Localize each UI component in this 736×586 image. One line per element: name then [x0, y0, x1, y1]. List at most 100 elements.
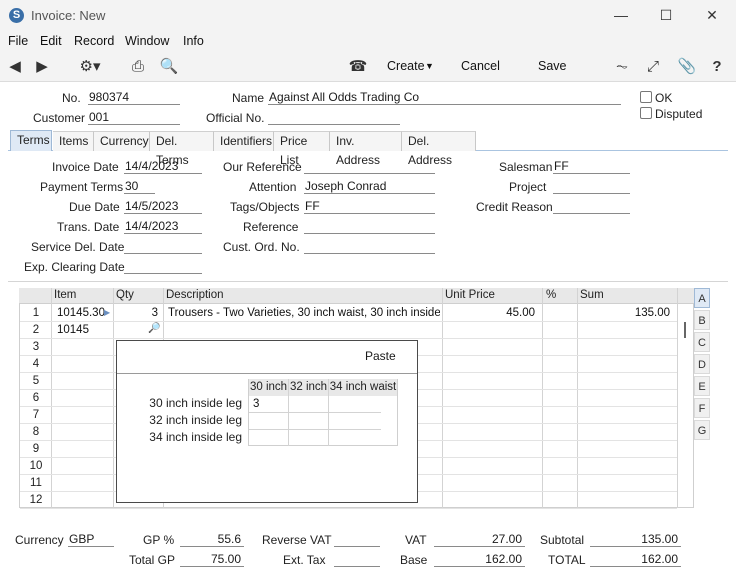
help-icon[interactable]: ?: [707, 57, 727, 77]
name-field[interactable]: Against All Odds Trading Co: [268, 90, 621, 105]
payment-terms-label: Payment Terms: [40, 180, 124, 194]
currency-label: Currency: [15, 533, 64, 547]
row-number: 2: [32, 324, 40, 336]
tab-identifiers[interactable]: Identifiers: [214, 131, 274, 151]
currency-field[interactable]: GBP: [68, 532, 114, 547]
side-button-f[interactable]: F: [694, 398, 710, 418]
activity-icon[interactable]: ⏦: [612, 57, 632, 77]
project-field[interactable]: [553, 179, 630, 194]
minimize-icon[interactable]: —: [606, 4, 636, 26]
cell-item[interactable]: 10145: [57, 324, 109, 336]
settings-gear-icon[interactable]: ⚙▾: [74, 57, 106, 77]
cell-unit-price[interactable]: 45.00: [445, 307, 535, 319]
disputed-checkbox[interactable]: [640, 107, 652, 119]
row-number: 6: [32, 392, 40, 404]
total-gp-field: 75.00: [180, 552, 244, 567]
row-divider: [20, 338, 677, 339]
row-number: 3: [32, 341, 40, 353]
col-header-percent[interactable]: %: [546, 289, 556, 301]
salesman-label: Salesman: [499, 160, 553, 174]
project-label: Project: [509, 180, 547, 194]
customer-label: Customer: [33, 111, 86, 125]
side-button-b[interactable]: B: [694, 310, 710, 330]
matrix-cell[interactable]: 3: [253, 398, 259, 410]
row-number: 10: [29, 460, 43, 472]
official-no-field[interactable]: [268, 110, 400, 125]
popup-divider: [117, 373, 417, 374]
previous-record-icon[interactable]: ◀: [8, 57, 22, 77]
cust-ord-no-label: Cust. Ord. No.: [223, 240, 300, 254]
chevron-down-icon[interactable]: ▼: [425, 61, 434, 71]
tab-terms[interactable]: Terms: [10, 130, 52, 151]
exp-clearing-date-field[interactable]: [124, 259, 202, 274]
credit-reason-label: Credit Reason: [476, 200, 553, 214]
col-header-unit-price[interactable]: Unit Price: [445, 289, 495, 301]
expand-icon[interactable]: ⤢: [643, 57, 663, 77]
exp-clearing-date-label: Exp. Clearing Date: [24, 260, 125, 274]
print-icon[interactable]: ⎙: [128, 57, 148, 77]
ok-label: OK: [655, 91, 673, 105]
vat-field: 27.00: [434, 532, 525, 547]
gp-percent-field: 55.6: [180, 532, 244, 547]
cancel-button[interactable]: Cancel: [461, 59, 500, 73]
cell-qty[interactable]: 3: [116, 307, 158, 319]
cust-ord-no-field[interactable]: [304, 239, 435, 254]
tab-items[interactable]: Items: [53, 131, 94, 151]
due-date-field[interactable]: 14/5/2023: [124, 199, 202, 214]
service-del-date-field[interactable]: [124, 239, 202, 254]
matrix-col-header: 30 inch: [249, 379, 288, 396]
maximize-icon[interactable]: ☐: [651, 4, 681, 26]
tab-price-list[interactable]: Price List: [274, 131, 330, 167]
tab-del-terms[interactable]: Del. Terms: [150, 131, 214, 167]
cell-sum[interactable]: 135.00: [580, 307, 670, 319]
side-button-g[interactable]: G: [694, 420, 710, 440]
no-field[interactable]: 980374: [88, 90, 180, 105]
close-icon[interactable]: ✕: [697, 4, 727, 26]
menu-info[interactable]: Info: [183, 34, 204, 48]
tags-objects-field[interactable]: FF: [304, 199, 435, 214]
our-reference-field[interactable]: [304, 159, 435, 174]
tab-del-address[interactable]: Del. Address: [402, 131, 476, 167]
col-header-description[interactable]: Description: [166, 289, 224, 301]
side-button-c[interactable]: C: [694, 332, 710, 352]
menu-record[interactable]: Record: [74, 34, 114, 48]
ok-checkbox[interactable]: [640, 91, 652, 103]
tab-inv-address[interactable]: Inv. Address: [330, 131, 402, 167]
row-divider: [20, 508, 677, 509]
cell-description[interactable]: Trousers - Two Varieties, 30 inch waist,…: [168, 307, 440, 319]
trans-date-field[interactable]: 14/4/2023: [124, 219, 202, 234]
attachment-icon[interactable]: 📎: [677, 57, 697, 77]
side-button-a[interactable]: A: [694, 288, 710, 308]
base-field: 162.00: [434, 552, 525, 567]
menu-file[interactable]: File: [8, 34, 28, 48]
total-label: TOTAL: [548, 553, 586, 567]
save-button[interactable]: Save: [538, 59, 567, 73]
cell-item[interactable]: 10145.30: [57, 307, 109, 319]
create-button[interactable]: Create: [387, 59, 425, 73]
grid-scrollbar[interactable]: [684, 322, 686, 338]
attention-field[interactable]: Joseph Conrad: [304, 179, 435, 194]
credit-reason-field[interactable]: [553, 199, 630, 214]
salesman-field[interactable]: FF: [553, 159, 630, 174]
grid-col-divider: [677, 288, 678, 508]
col-header-item[interactable]: Item: [54, 289, 76, 301]
row-divider: [20, 321, 677, 322]
payment-terms-field[interactable]: 30: [124, 179, 155, 194]
phone-icon[interactable]: ☎: [348, 57, 368, 77]
menu-window[interactable]: Window: [125, 34, 169, 48]
side-button-d[interactable]: D: [694, 354, 710, 374]
paste-special-icon[interactable]: 🔎: [148, 323, 160, 334]
invoice-date-field[interactable]: 14/4/2023: [124, 159, 202, 174]
col-header-sum[interactable]: Sum: [580, 289, 604, 301]
section-divider: [8, 281, 728, 282]
tab-currency[interactable]: Currency: [94, 131, 150, 151]
customer-field[interactable]: 001: [88, 110, 180, 125]
reference-field[interactable]: [304, 219, 435, 234]
next-record-icon[interactable]: ▶: [35, 57, 49, 77]
row-number: 9: [32, 443, 40, 455]
paste-button[interactable]: Paste: [365, 349, 396, 363]
menu-edit[interactable]: Edit: [40, 34, 62, 48]
print-preview-icon[interactable]: 🔍: [157, 57, 181, 77]
side-button-e[interactable]: E: [694, 376, 710, 396]
col-header-qty[interactable]: Qty: [116, 289, 134, 301]
